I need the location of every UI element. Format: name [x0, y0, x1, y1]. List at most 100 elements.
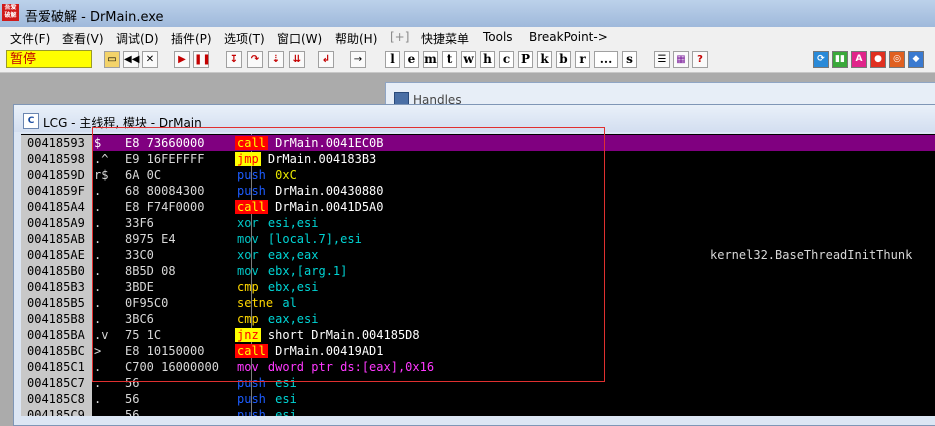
menu-plugins[interactable]: 插件(P) [171, 30, 212, 47]
code-row[interactable]: 004185C8. 56 push esi [21, 391, 935, 407]
menu-plus[interactable]: [+] [390, 30, 409, 44]
flow-marker: . [94, 312, 102, 326]
menu-breakpoint[interactable]: BreakPoint-> [529, 30, 608, 44]
trace-over-icon[interactable]: ⇊ [289, 51, 305, 68]
code-row[interactable]: 004185A4. E8 F74F0000 call DrMain.0041D5A0 [21, 199, 935, 215]
restart-icon[interactable]: ◀◀ [123, 51, 139, 68]
goto-icon[interactable]: → [350, 51, 366, 68]
references-button[interactable]: r [575, 51, 590, 68]
operand: DrMain.00430880 [267, 184, 384, 198]
code-row[interactable]: 004185BC > E8 10150000 call DrMain.00419AD1 [21, 343, 935, 359]
disassembly-cell: push 0xC [235, 167, 297, 183]
refresh-plugin-icon[interactable]: ⟳ [813, 51, 829, 68]
menu-debug[interactable]: 调试(D) [116, 30, 159, 47]
operand: esi [267, 392, 297, 406]
code-row[interactable]: 004185C1. C700 16000000 mov dword ptr ds:[… [21, 359, 935, 375]
cpu-window-titlebar[interactable]: C LCG - 主线程, 模块 - DrMain [14, 105, 935, 132]
plugin-blue-icon[interactable]: ◆ [908, 51, 924, 68]
log-window-button[interactable]: l [385, 51, 400, 68]
hex-dump-cell: E8 10150000 [125, 344, 205, 358]
operand: eax,eax [260, 248, 319, 262]
handles-button[interactable]: h [480, 51, 495, 68]
code-row[interactable]: 004185C7. 56 push esi [21, 375, 935, 391]
run-trace-button[interactable]: ... [594, 51, 618, 68]
disassembly-cell: xor esi,esi [235, 215, 318, 231]
windows-button[interactable]: w [461, 51, 476, 68]
flow-marker: .v [94, 328, 109, 342]
flow-marker: . [94, 408, 102, 416]
menu-view[interactable]: 查看(V) [62, 30, 104, 47]
menu-quick[interactable]: 快捷菜单 [421, 30, 469, 47]
hex-dump-cell: 8975 E4 [125, 232, 176, 246]
disassembly-pane[interactable]: 00418593 $ E8 73660000 call DrMain.0041EC0B… [21, 134, 935, 416]
help-icon[interactable]: ? [692, 51, 708, 68]
menu-window[interactable]: 窗口(W) [277, 30, 322, 47]
operand: DrMain.0041EC0B [267, 136, 384, 150]
flow-marker: . [94, 232, 102, 246]
executable-modules-button[interactable]: e [404, 51, 419, 68]
status-indicator: 暂停 [6, 50, 92, 68]
breakpoints-button[interactable]: b [556, 51, 571, 68]
hex-dump-cell: 0F95C0 [125, 296, 169, 310]
plugin-a-icon[interactable]: A [851, 51, 867, 68]
menu-tools[interactable]: Tools [483, 30, 513, 44]
step-over-icon[interactable]: ↷ [247, 51, 263, 68]
plugin-green-icon[interactable]: ▮▮ [832, 51, 848, 68]
comment-cell: kernel32.BaseThreadInitThunk [710, 248, 913, 262]
menu-file[interactable]: 文件(F) [10, 30, 50, 47]
code-row[interactable]: 0041859F. 68 80084300 push DrMain.00430880 [21, 183, 935, 199]
menu-help[interactable]: 帮助(H) [335, 30, 377, 47]
disassembly-cell: push esi [235, 391, 297, 407]
hex-dump-cell: 6A 0C [125, 168, 162, 182]
code-row[interactable]: 004185C9. 56 push esi [21, 407, 935, 416]
menu-options[interactable]: 选项(T) [224, 30, 265, 47]
source-button[interactable]: s [622, 51, 637, 68]
cpu-button[interactable]: c [499, 51, 514, 68]
flow-marker: . [94, 376, 102, 390]
trace-into-icon[interactable]: ⇣ [268, 51, 284, 68]
code-row[interactable]: 004185AE. 33C0 xor eax,eax kernel32.BaseThr… [21, 247, 935, 263]
open-folder-icon[interactable]: ▭ [104, 51, 120, 68]
close-icon[interactable]: ✕ [142, 51, 158, 68]
run-icon[interactable]: ▶ [174, 51, 190, 68]
flow-marker: . [94, 264, 102, 278]
code-row[interactable]: 0041859D r$ 6A 0C push 0xC [21, 167, 935, 183]
mnemonic: xor [237, 248, 259, 262]
code-row[interactable]: 00418598 .^ E9 16FEFFFF jmp DrMain.004183B3 [21, 151, 935, 167]
flow-marker: . [94, 280, 102, 294]
window-title: 吾爱破解 - DrMain.exe [25, 10, 164, 25]
step-into-icon[interactable]: ↧ [226, 51, 242, 68]
operand: eax,esi [260, 312, 319, 326]
toolbar: 暂停 ▭ ◀◀ ✕ ▶ ❚❚ ↧ ↷ ⇣ ⇊ ↲ → l e m t w h c… [0, 48, 935, 73]
code-row[interactable]: 004185B8. 3BC6 cmp eax,esi [21, 311, 935, 327]
flow-marker: . [94, 360, 102, 374]
disassembly-cell: setne al [235, 295, 297, 311]
code-row[interactable]: 004185B5. 0F95C0 setne al [21, 295, 935, 311]
operand: 0xC [267, 168, 297, 182]
address-cell: 004185C8 [21, 391, 92, 407]
code-row[interactable]: 004185B3. 3BDE cmp ebx,esi [21, 279, 935, 295]
hex-dump-cell: C700 16000000 [125, 360, 219, 374]
list-icon[interactable]: ☰ [654, 51, 670, 68]
hex-dump-cell: 75 1C [125, 328, 162, 342]
target-icon[interactable]: ◎ [889, 51, 905, 68]
code-row[interactable]: 004185BA .v 75 1C jnz short DrMain.004185D8 [21, 327, 935, 343]
address-cell: 004185A9 [21, 215, 92, 231]
code-row[interactable]: 00418593 $ E8 73660000 call DrMain.0041EC0B [21, 135, 935, 151]
call-stack-button[interactable]: k [537, 51, 552, 68]
hex-dump-cell: E9 16FEFFFF [125, 152, 205, 166]
threads-button[interactable]: t [442, 51, 457, 68]
patches-button[interactable]: P [518, 51, 533, 68]
code-row[interactable]: 004185B0. 8B5D 08 mov ebx,[arg.1] [21, 263, 935, 279]
record-icon[interactable]: ● [870, 51, 886, 68]
code-row[interactable]: 004185A9. 33F6 xor esi,esi [21, 215, 935, 231]
grid-icon[interactable]: ▦ [673, 51, 689, 68]
mnemonic: mov [237, 264, 259, 278]
mnemonic: setne [237, 296, 274, 310]
memory-map-button[interactable]: m [423, 51, 438, 68]
menu-bar: 文件(F) 查看(V) 调试(D) 插件(P) 选项(T) 窗口(W) 帮助(H… [0, 27, 935, 49]
code-row[interactable]: 004185AB. 8975 E4 mov [local.7],esi [21, 231, 935, 247]
execute-till-return-icon[interactable]: ↲ [318, 51, 334, 68]
hex-dump-cell: 3BC6 [125, 312, 154, 326]
pause-icon[interactable]: ❚❚ [193, 51, 211, 68]
